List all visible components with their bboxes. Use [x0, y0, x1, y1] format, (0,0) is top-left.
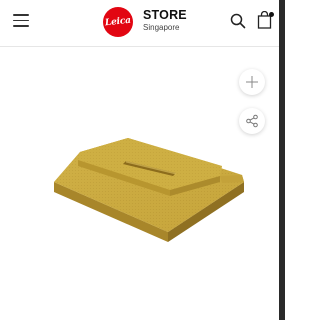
- plus-icon: [246, 76, 258, 88]
- share-icon: [246, 114, 258, 128]
- leica-logo[interactable]: Leica: [103, 7, 133, 37]
- window-edge: [279, 0, 285, 320]
- site-header: Leica STORE Singapore: [0, 0, 279, 47]
- search-icon[interactable]: [230, 13, 246, 29]
- cart-badge-dot: [269, 12, 274, 17]
- store-location: Singapore: [143, 23, 180, 32]
- hamburger-menu-icon[interactable]: [13, 14, 29, 27]
- zoom-button[interactable]: [239, 69, 265, 95]
- store-title: STORE: [143, 8, 187, 22]
- product-image-gold-hot-shoe-cover: [50, 130, 250, 245]
- shopping-bag-icon[interactable]: [257, 10, 274, 29]
- logo-text: Leica: [104, 15, 132, 29]
